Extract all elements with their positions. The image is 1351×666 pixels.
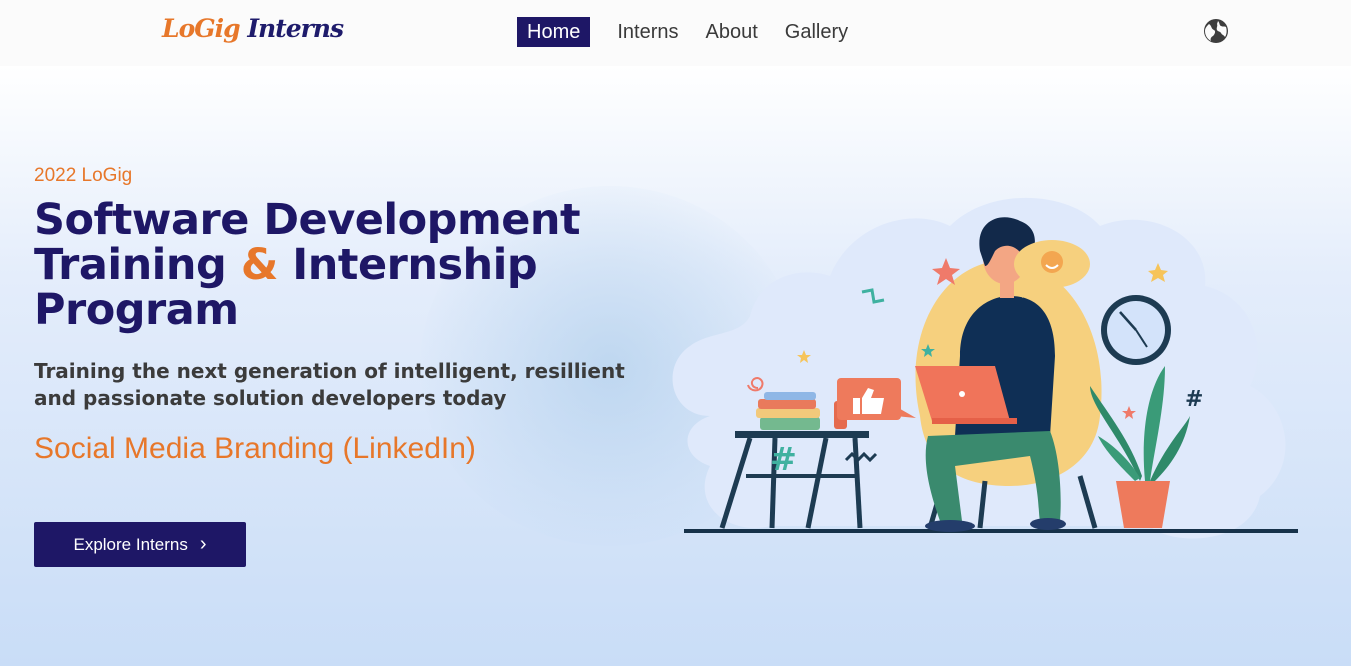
main-nav: Home Interns About Gallery [517, 17, 875, 47]
headline-line2b: Internship [292, 240, 538, 290]
site-logo[interactable]: LoGig Interns [162, 14, 344, 43]
wall-clock-icon [1101, 295, 1171, 365]
globe-icon[interactable] [1203, 18, 1229, 44]
hero-headline: Software Development Training & Internsh… [34, 198, 674, 333]
logo-text-part1: LoGig [162, 14, 241, 43]
hero-eyebrow: 2022 LoGig [34, 165, 133, 186]
hero-topic: Social Media Branding (LinkedIn) [34, 432, 476, 465]
nav-home[interactable]: Home [517, 17, 591, 47]
chevron-right-icon: › [199, 533, 207, 555]
hashtag-decoration: # [770, 440, 797, 478]
headline-line2a: Training [34, 240, 227, 290]
headline-line1: Software Development [34, 195, 581, 245]
hero-subheading: Training the next generation of intellig… [34, 359, 625, 410]
logo-text-part2: Interns [247, 14, 344, 43]
top-navbar: LoGig Interns Home Interns About Gallery [0, 0, 1351, 66]
cta-label: Explore Interns [73, 534, 188, 554]
headline-ampersand: & [240, 240, 279, 290]
nav-gallery[interactable]: Gallery [785, 17, 848, 47]
headline-line3: Program [34, 285, 239, 335]
nav-about[interactable]: About [706, 17, 758, 47]
hero-section: 2022 LoGig Software Development Training… [0, 66, 1351, 666]
books-icon [756, 392, 820, 430]
nav-interns[interactable]: Interns [617, 17, 678, 47]
hashtag-decoration: # [1185, 387, 1203, 412]
hero-illustration: # # [672, 197, 1298, 539]
explore-interns-button[interactable]: Explore Interns › [34, 522, 246, 567]
